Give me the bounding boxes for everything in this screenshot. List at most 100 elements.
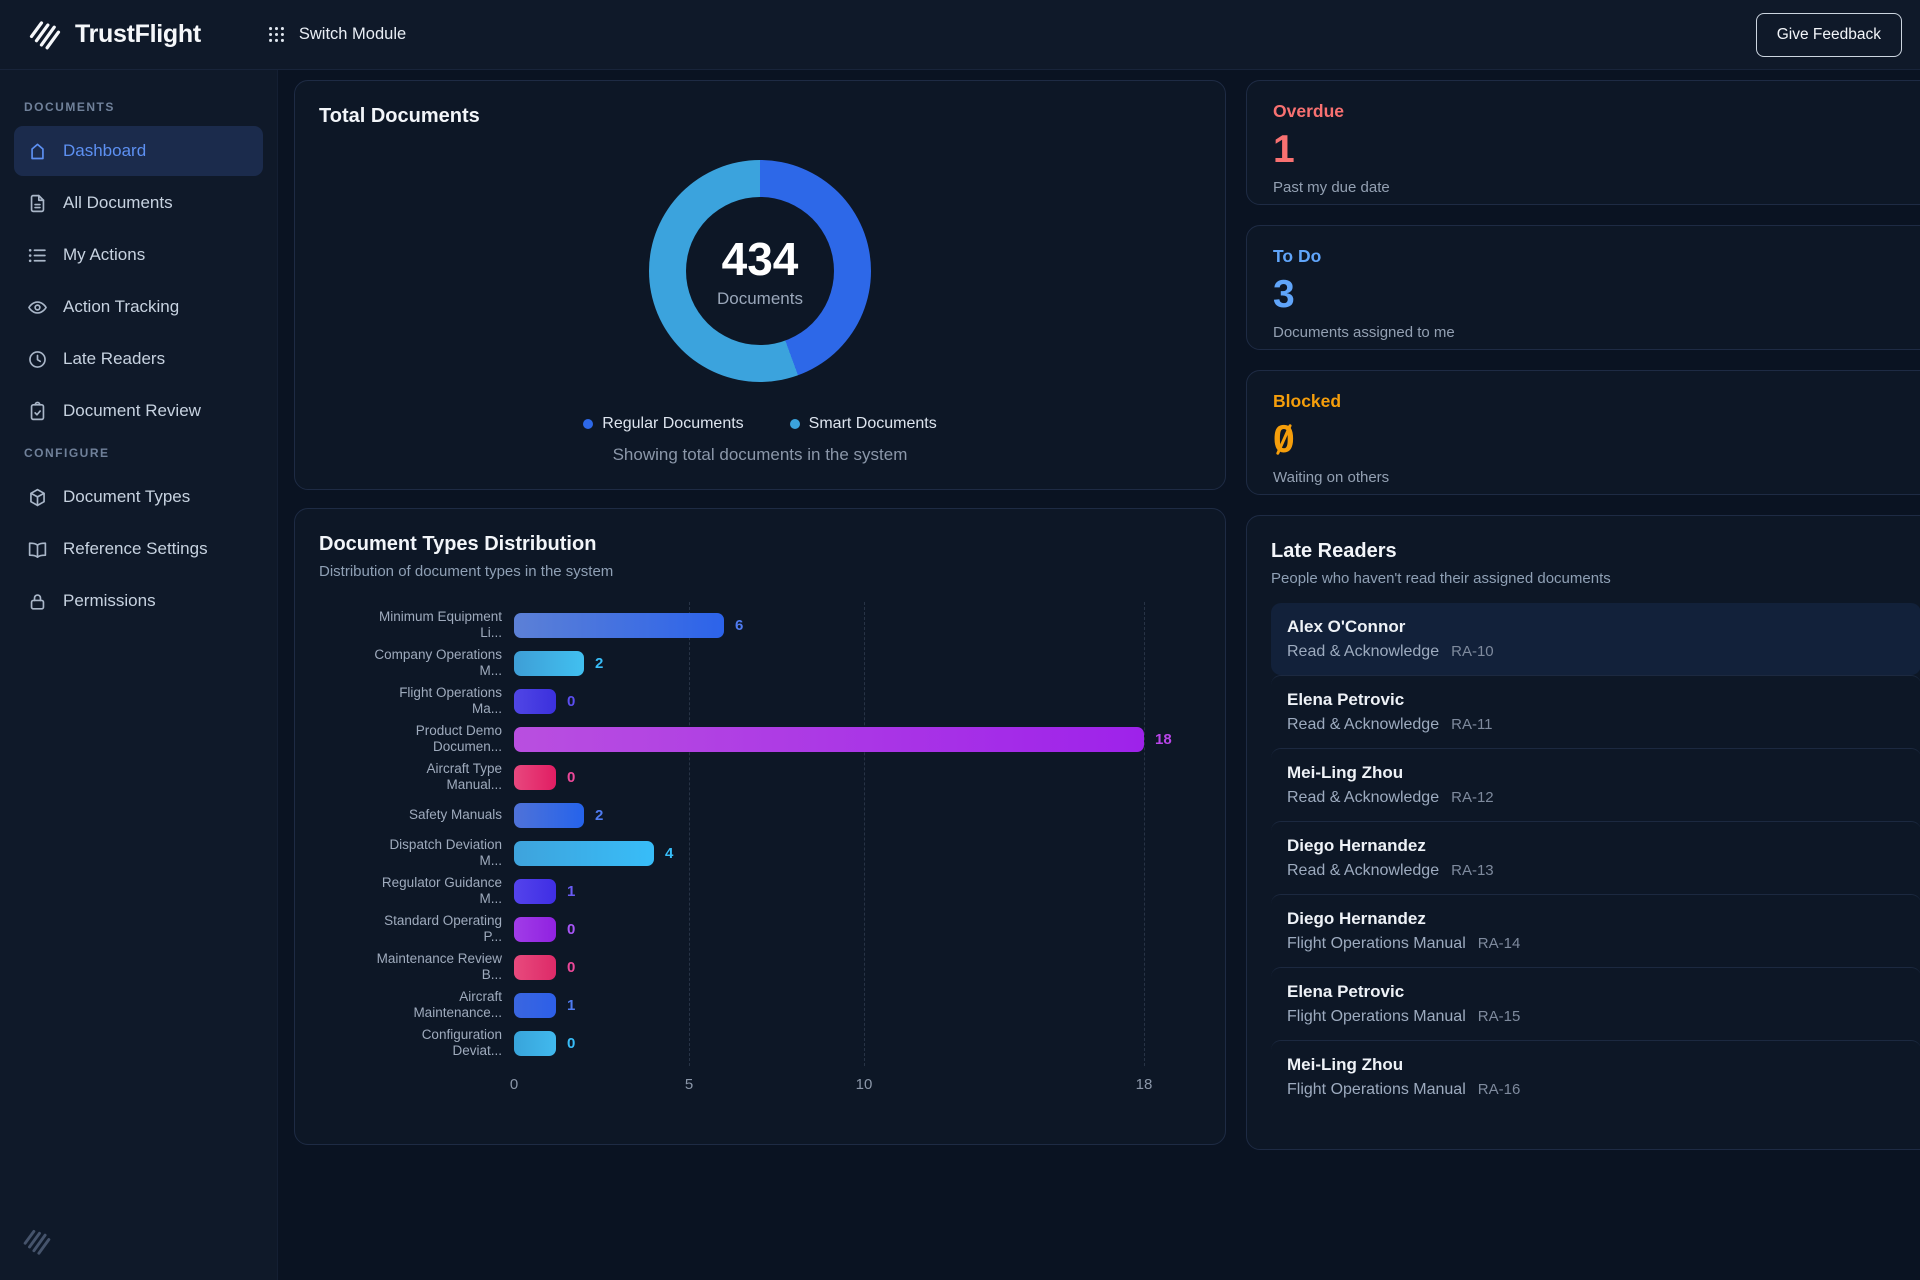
reader-name: Mei-Ling Zhou bbox=[1287, 763, 1905, 783]
bar bbox=[514, 1031, 556, 1056]
clock-icon bbox=[27, 349, 48, 370]
stat-value: 0 bbox=[1273, 420, 1295, 459]
reader-name: Elena Petrovic bbox=[1287, 690, 1905, 710]
late-reader-row[interactable]: Diego Hernandez Flight Operations Manual R… bbox=[1271, 894, 1920, 967]
x-axis-tick: 18 bbox=[1136, 1076, 1153, 1093]
sidebar-item-label: Permissions bbox=[63, 591, 156, 611]
chart-row: Standard Operating P...0 bbox=[319, 910, 1201, 948]
package-icon bbox=[27, 487, 48, 508]
x-axis: 051018 bbox=[319, 1070, 1201, 1096]
bar-category-label: Aircraft Type Manual... bbox=[319, 761, 514, 794]
sidebar-item-document-review[interactable]: Document Review bbox=[14, 386, 263, 436]
reader-document-code: RA-13 bbox=[1451, 862, 1494, 879]
bar bbox=[514, 651, 584, 676]
reader-doc-line: Flight Operations ManualRA-15 bbox=[1287, 1008, 1905, 1026]
main-content: Total Documents 434 Documents Regular Do… bbox=[278, 70, 1920, 1280]
reader-document-type: Read & Acknowledge bbox=[1287, 716, 1439, 733]
sidebar-item-label: My Actions bbox=[63, 245, 145, 265]
legend-dot bbox=[583, 419, 593, 429]
bar-value-label: 0 bbox=[567, 769, 575, 786]
lock-icon bbox=[27, 591, 48, 612]
sidebar-item-my-actions[interactable]: My Actions bbox=[14, 230, 263, 280]
donut-caption: Showing total documents in the system bbox=[319, 445, 1201, 465]
chart-row: Company Operations M...2 bbox=[319, 644, 1201, 682]
trustflight-logo-icon bbox=[28, 18, 62, 52]
chart-row: Product Demo Documen... 18 bbox=[319, 720, 1201, 758]
reader-doc-line: Read & Acknowledge RA-12 bbox=[1287, 789, 1905, 807]
bar-chart: Minimum Equipment Li...6Company Operatio… bbox=[319, 606, 1201, 1096]
late-reader-row[interactable]: Diego HernandezRead & AcknowledgeRA-13 bbox=[1271, 821, 1920, 894]
bar bbox=[514, 917, 556, 942]
brand-name: TrustFlight bbox=[75, 20, 201, 49]
eye-icon bbox=[27, 297, 48, 318]
document-types-title: Document Types Distribution bbox=[319, 533, 1201, 556]
switch-module-button[interactable]: Switch Module bbox=[267, 25, 406, 44]
bar-value-label: 0 bbox=[567, 921, 575, 938]
sidebar-item-action-tracking[interactable]: Action Tracking bbox=[14, 282, 263, 332]
sidebar-item-label: Document Types bbox=[63, 487, 190, 507]
reader-document-type: Read & Acknowledge bbox=[1287, 862, 1439, 879]
sidebar-item-label: Document Review bbox=[63, 401, 201, 421]
reader-document-code: RA-14 bbox=[1478, 935, 1521, 952]
bar-zone: 0 bbox=[514, 955, 575, 980]
chart-row: Safety Manuals 2 bbox=[319, 796, 1201, 834]
stat-title: Blocked bbox=[1273, 391, 1919, 412]
sidebar-nav: DOCUMENTSDashboardAll DocumentsMy Action… bbox=[14, 90, 263, 628]
bar-category-label: Safety Manuals bbox=[319, 807, 514, 823]
x-axis-tick: 5 bbox=[685, 1076, 693, 1093]
late-reader-row[interactable]: Elena Petrovic Read & AcknowledgeRA-11 bbox=[1271, 675, 1920, 748]
reader-document-type: Read & Acknowledge bbox=[1287, 643, 1439, 660]
stat-value: 1 bbox=[1273, 130, 1295, 169]
sidebar-item-reference-settings[interactable]: Reference Settings bbox=[14, 524, 263, 574]
bar-zone: 0 bbox=[514, 765, 575, 790]
bar bbox=[514, 689, 556, 714]
sidebar-item-permissions[interactable]: Permissions bbox=[14, 576, 263, 626]
clipboard-check-icon bbox=[27, 401, 48, 422]
legend-item-regular-documents: Regular Documents bbox=[583, 415, 743, 433]
legend-label: Regular Documents bbox=[602, 415, 743, 433]
stat-card-to-do[interactable]: To Do3Documents assigned to me bbox=[1246, 225, 1920, 350]
reader-doc-line: Flight Operations ManualRA-16 bbox=[1287, 1081, 1905, 1099]
sidebar-item-dashboard[interactable]: Dashboard bbox=[14, 126, 263, 176]
late-reader-row[interactable]: Mei-Ling Zhou Read & Acknowledge RA-12 bbox=[1271, 748, 1920, 821]
legend-dot bbox=[790, 419, 800, 429]
bar-value-label: 1 bbox=[567, 883, 575, 900]
late-readers-subtitle: People who haven't read their assigned d… bbox=[1271, 570, 1920, 587]
legend-label: Smart Documents bbox=[809, 415, 937, 433]
sidebar-item-all-documents[interactable]: All Documents bbox=[14, 178, 263, 228]
stat-card-overdue[interactable]: Overdue1Past my due date bbox=[1246, 80, 1920, 205]
late-reader-row[interactable]: Mei-Ling ZhouFlight Operations ManualRA-… bbox=[1271, 1040, 1920, 1113]
sidebar: DOCUMENTSDashboardAll DocumentsMy Action… bbox=[0, 70, 278, 1280]
chart-row: Configuration Deviat...0 bbox=[319, 1024, 1201, 1062]
late-reader-row[interactable]: Alex O'ConnorRead & AcknowledgeRA-10 bbox=[1271, 603, 1920, 675]
reader-document-type: Flight Operations Manual bbox=[1287, 935, 1466, 952]
late-readers-title: Late Readers bbox=[1271, 540, 1920, 563]
stat-caption: Waiting on others bbox=[1273, 469, 1919, 486]
topbar: TrustFlight Switch Module Give Feedback bbox=[0, 0, 1920, 70]
bar bbox=[514, 841, 654, 866]
bar-value-label: 2 bbox=[595, 807, 603, 824]
sidebar-item-late-readers[interactable]: Late Readers bbox=[14, 334, 263, 384]
sidebar-item-label: Late Readers bbox=[63, 349, 165, 369]
bar-zone: 4 bbox=[514, 841, 673, 866]
bar-category-label: Dispatch Deviation M... bbox=[319, 837, 514, 870]
late-reader-row[interactable]: Elena PetrovicFlight Operations ManualRA… bbox=[1271, 967, 1920, 1040]
chart-row: Maintenance Review B...0 bbox=[319, 948, 1201, 986]
bar-category-label: Minimum Equipment Li... bbox=[319, 609, 514, 642]
reader-doc-line: Read & AcknowledgeRA-11 bbox=[1287, 716, 1905, 734]
bar bbox=[514, 765, 556, 790]
reader-document-type: Flight Operations Manual bbox=[1287, 1081, 1466, 1098]
total-documents-card: Total Documents 434 Documents Regular Do… bbox=[294, 80, 1226, 490]
stat-card-blocked[interactable]: Blocked 0 Waiting on others bbox=[1246, 370, 1920, 495]
reader-document-type: Read & Acknowledge bbox=[1287, 789, 1439, 806]
bar-value-label: 0 bbox=[567, 693, 575, 710]
sidebar-item-document-types[interactable]: Document Types bbox=[14, 472, 263, 522]
bar-value-label: 18 bbox=[1155, 731, 1172, 748]
grid-dots-icon bbox=[267, 25, 286, 44]
home-icon bbox=[27, 141, 48, 162]
bar-category-label: Product Demo Documen... bbox=[319, 723, 514, 756]
reader-name: Diego Hernandez bbox=[1287, 909, 1905, 929]
give-feedback-button[interactable]: Give Feedback bbox=[1756, 13, 1902, 57]
reader-document-code: RA-12 bbox=[1451, 789, 1494, 806]
donut-legend: Regular Documents Smart Documents bbox=[319, 415, 1201, 433]
